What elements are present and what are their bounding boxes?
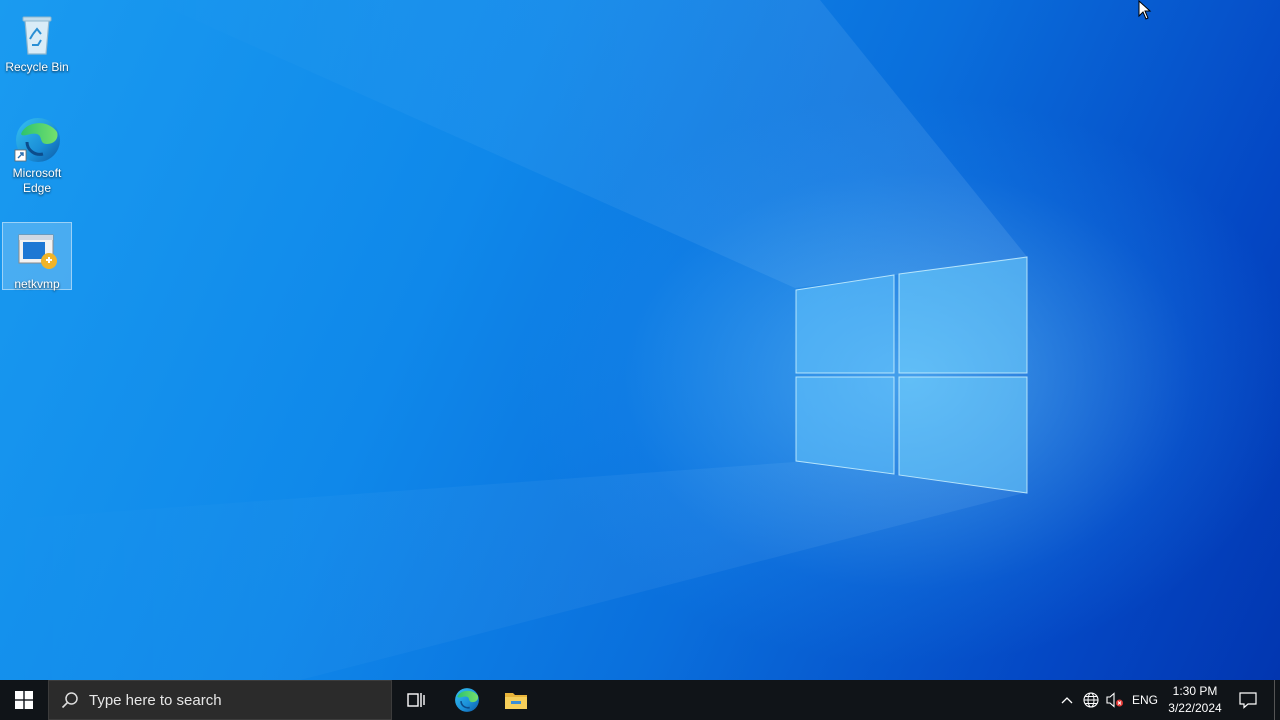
desktop[interactable]: Recycle Bin Microsoft Edge netkvmp xyxy=(0,0,1280,680)
desktop-icon-microsoft-edge[interactable]: Microsoft Edge xyxy=(2,112,72,198)
file-explorer-icon xyxy=(505,693,527,709)
desktop-icon-label: Recycle Bin xyxy=(5,60,69,74)
notification-icon xyxy=(1239,692,1257,709)
chevron-up-icon xyxy=(1061,697,1073,704)
mouse-cursor-icon xyxy=(1138,0,1152,20)
action-center-button[interactable] xyxy=(1230,680,1266,720)
show-desktop-button[interactable] xyxy=(1274,680,1280,720)
windows-start-icon xyxy=(15,691,33,709)
clock-button[interactable]: 1:30 PM 3/22/2024 xyxy=(1162,683,1228,717)
show-hidden-icons-button[interactable] xyxy=(1056,680,1078,720)
edge-icon xyxy=(455,688,479,712)
search-placeholder: Type here to search xyxy=(89,691,222,709)
search-icon xyxy=(61,692,78,709)
volume-button[interactable] xyxy=(1104,680,1126,720)
recycle-bin-icon xyxy=(13,10,61,58)
desktop-icon-label: netkvmp xyxy=(14,277,60,291)
clock-time: 1:30 PM xyxy=(1172,684,1218,698)
installer-icon xyxy=(13,227,61,275)
network-button[interactable] xyxy=(1080,680,1102,720)
start-button[interactable] xyxy=(0,680,48,720)
input-language-button[interactable]: ENG xyxy=(1128,680,1162,720)
language-indicator: ENG xyxy=(1131,693,1158,707)
taskbar-search-box[interactable]: Type here to search xyxy=(48,680,392,720)
task-view-button[interactable] xyxy=(392,680,440,720)
desktop-icon-netkvmp[interactable]: netkvmp xyxy=(2,222,72,291)
clock-date: 3/22/2024 xyxy=(1168,701,1222,715)
volume-muted-icon xyxy=(1106,692,1123,708)
edge-icon xyxy=(13,116,61,164)
windows-wallpaper-logo xyxy=(795,255,1030,495)
wallpaper-light-beams xyxy=(0,0,1028,680)
globe-network-icon xyxy=(1083,692,1099,708)
taskbar-file-explorer-button[interactable] xyxy=(492,680,540,720)
desktop-icon-recycle-bin[interactable]: Recycle Bin xyxy=(2,6,72,76)
taskbar-edge-button[interactable] xyxy=(442,680,492,720)
task-view-icon xyxy=(407,693,425,707)
taskbar: Type here to search ENG 1:30 PM 3/22/202… xyxy=(0,680,1280,720)
desktop-icon-label: Microsoft Edge xyxy=(12,166,62,195)
